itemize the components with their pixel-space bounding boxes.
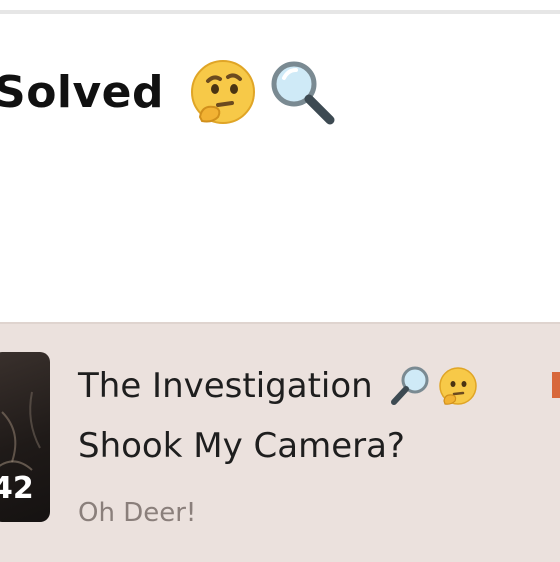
card-edge-marker [552,372,560,398]
related-post-card[interactable]: 42 The Investigation Shook My Camera? Oh… [0,322,560,562]
post-thumbnail[interactable]: 42 [0,352,50,522]
card-subtitle[interactable]: Shook My Camera? [78,426,405,466]
heading: Solved [0,56,338,128]
thinking-face-icon [188,57,258,127]
thumbnail-count: 42 [0,471,34,506]
card-title-row[interactable]: The Investigation [78,364,479,408]
magnifying-glass-icon [266,56,338,128]
heading-text: Solved [0,66,165,118]
magnifying-glass-icon [389,364,433,408]
card-title[interactable]: The Investigation [78,366,373,406]
top-divider [0,10,560,14]
thinking-face-icon [437,365,479,407]
card-source: Oh Deer! [78,498,197,528]
